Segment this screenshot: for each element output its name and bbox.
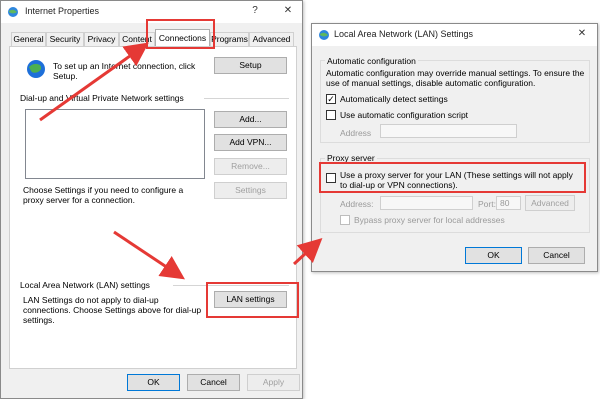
advanced-button[interactable]: Advanced [525,195,575,211]
auto-script-label: Use automatic configuration script [340,110,469,120]
add-button[interactable]: Add... [214,111,287,128]
auto-script-checkbox[interactable] [326,110,336,120]
port-field[interactable]: 80 [496,196,521,210]
lan-cancel-button[interactable]: Cancel [528,247,585,264]
script-address-field[interactable] [380,124,517,138]
dialup-header: Dial-up and Virtual Private Network sett… [20,93,184,103]
connections-tab-highlight [146,19,215,49]
bypass-label: Bypass proxy server for local addresses [354,215,505,225]
tab-advanced[interactable]: Advanced [249,32,294,46]
lan-settings-dialog: Local Area Network (LAN) Settings ✕ Auto… [311,23,598,272]
lan-header: Local Area Network (LAN) settings [20,280,150,290]
auto-detect-label: Automatically detect settings [340,94,448,104]
connections-list[interactable] [25,109,205,179]
internet-properties-window: Internet Properties ? ✕ General Security… [0,0,303,399]
window-title: Internet Properties [25,6,100,16]
internet-options-icon [8,7,18,17]
ok-button[interactable]: OK [127,374,180,391]
auto-config-text: Automatic configuration may override man… [326,68,585,88]
proxy-address-field[interactable] [380,196,473,210]
auto-detect-checkbox[interactable]: ✓ [326,94,336,104]
lan-window-title: Local Area Network (LAN) Settings [334,29,474,39]
help-button[interactable]: ? [248,4,262,18]
port-label: Port: [478,199,496,209]
settings-button[interactable]: Settings [214,182,287,199]
tab-security[interactable]: Security [46,32,84,46]
globe-icon [27,60,45,78]
close-button[interactable]: ✕ [281,4,295,18]
cancel-button[interactable]: Cancel [187,374,240,391]
add-vpn-button[interactable]: Add VPN... [214,134,287,151]
setup-text: To set up an Internet connection, click … [53,61,196,81]
lan-settings-highlight [206,282,299,318]
tab-programs[interactable]: Programs [210,32,249,46]
network-icon [319,30,329,40]
lan-text: LAN Settings do not apply to dial-up con… [23,295,202,325]
tab-privacy[interactable]: Privacy [84,32,119,46]
proxy-checkbox-highlight [319,162,586,193]
auto-config-header: Automatic configuration [325,56,418,66]
settings-text: Choose Settings if you need to configure… [23,185,184,205]
lan-titlebar[interactable]: Local Area Network (LAN) Settings ✕ [312,24,597,46]
address-label: Address [340,128,372,138]
remove-button[interactable]: Remove... [214,158,287,175]
dialup-separator [204,98,289,99]
proxy-address-label: Address: [340,199,374,209]
tab-general[interactable]: General [11,32,46,46]
setup-button[interactable]: Setup [214,57,287,74]
lan-close-button[interactable]: ✕ [575,27,589,41]
apply-button[interactable]: Apply [247,374,300,391]
lan-ok-button[interactable]: OK [465,247,522,264]
bypass-checkbox[interactable] [340,215,350,225]
